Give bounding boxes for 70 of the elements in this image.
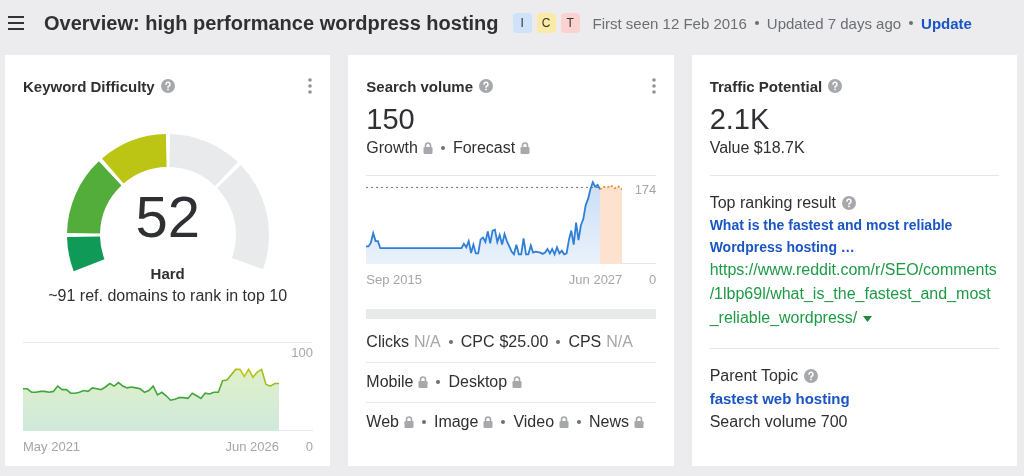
difficulty-rating: Hard [149,264,186,284]
axis-max-label: 174 [634,182,657,197]
help-icon[interactable] [804,369,819,383]
difficulty-score: 52 [134,185,201,249]
bullet-separator [754,21,759,25]
traffic-value: Value $18.7K [709,138,806,158]
search-volume-value: 150 [366,102,416,137]
help-icon[interactable] [160,79,175,93]
axis-start-date: May 2021 [23,439,81,454]
lock-icon [422,142,433,154]
metric-label: Forecast [452,138,516,158]
caret-icon[interactable] [863,315,873,322]
metric-label: Mobile [366,372,414,392]
axis-end-date: Jun 2026 [225,439,279,454]
help-icon[interactable] [479,79,494,93]
section-label: Parent Topic [709,366,799,386]
bullet-separator [436,380,441,384]
updated-time: Updated 7 days ago [766,14,902,32]
metric-label: Growth [366,138,418,158]
bullet-separator [440,146,445,150]
bullet-separator [577,420,582,424]
axis-min-label: 0 [305,439,313,454]
metric-label: Image [433,412,479,432]
metric-value: $25.00 [499,332,549,352]
result-title-link[interactable]: What is the fastest and most reliable Wordpress hosting … [709,214,999,258]
metric-label: Clicks [366,332,409,352]
page-title: Overview: high performance wordpress hosting [44,11,499,35]
menu-icon[interactable] [8,16,24,30]
lock-icon [418,376,429,388]
more-options-icon[interactable] [651,78,656,94]
parent-topic-link[interactable]: fastest web hosting [709,387,999,411]
metric-value: N/A [414,332,441,352]
bullet-separator [909,21,914,25]
result-url[interactable]: https://www.reddit.com/r/SEO/comments/1lbp69l/what_is_the_fastest_and_most_reliable_wordpress/ [709,258,999,330]
axis-start-date: Sep 2015 [366,272,422,287]
more-options-icon[interactable] [308,78,313,94]
intent-badge: T [560,13,580,33]
metric-label: Desktop [448,372,508,392]
difficulty-note: ~91 ref. domains to rank in top 10 [47,286,289,306]
axis-min-label: 0 [649,272,657,287]
card-title: Traffic Potential [709,77,823,95]
bullet-separator [421,420,426,424]
lock-icon [403,416,414,428]
lock-icon [483,416,494,428]
lock-icon [559,416,570,428]
metric-label: Video [513,412,555,432]
section-label: Top ranking result [709,193,836,213]
metric-label: News [589,412,630,432]
axis-end-date: Jun 2027 [568,272,623,287]
metric-label: Web [366,412,399,432]
metric-label: CPS [568,332,602,352]
bullet-separator [501,420,506,424]
parent-topic-volume: Search volume 700 [709,412,849,432]
traffic-potential-value: 2.1K [709,102,771,137]
lock-icon [634,416,645,428]
axis-max-label: 100 [291,345,313,360]
intent-badge: C [536,13,556,33]
lock-icon [512,376,523,388]
update-link[interactable]: Update [921,14,972,32]
help-icon[interactable] [841,196,856,210]
help-icon[interactable] [828,79,843,93]
metric-label: CPC [460,332,495,352]
lock-icon [520,142,531,154]
metric-value: N/A [606,332,633,352]
card-title: Keyword Difficulty [23,77,155,95]
intent-badge: I [512,13,532,33]
card-title: Search volume [366,77,474,95]
bullet-separator [556,340,561,344]
first-seen-date: First seen 12 Feb 2016 [592,14,747,32]
bullet-separator [448,340,453,344]
